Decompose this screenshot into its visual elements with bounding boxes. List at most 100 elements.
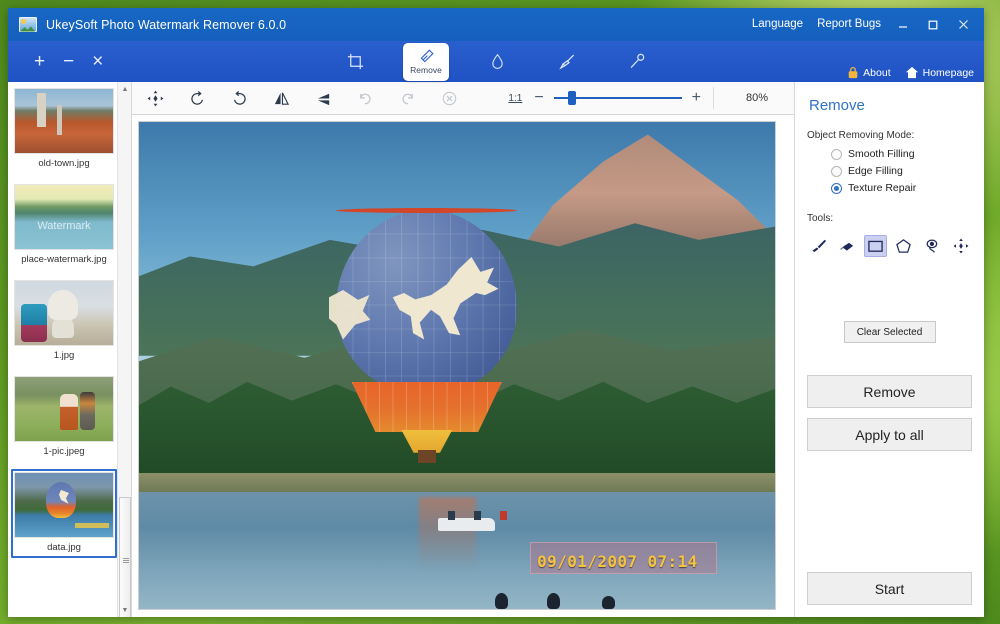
- canvas-tool-buttons: [132, 87, 460, 109]
- tab-crop[interactable]: [333, 45, 377, 78]
- radio-indicator: [831, 166, 842, 177]
- flip-horizontal-icon: [273, 90, 290, 107]
- clear-files-button[interactable]: ×: [92, 52, 103, 71]
- rotate-left-icon: [189, 90, 206, 107]
- list-item[interactable]: 1.jpg: [11, 277, 117, 366]
- rotate-right-icon: [231, 90, 248, 107]
- polygon-select-tool-button[interactable]: [893, 235, 916, 257]
- file-list-scroll-area: old-town.jpg place-watermark.jpg 1.jpg 1…: [8, 82, 117, 617]
- canvas-viewport[interactable]: 09/01/2007 07:14: [132, 115, 794, 617]
- toolbar-divider: [713, 87, 714, 109]
- lasso-select-tool-button[interactable]: [921, 235, 944, 257]
- radio-label: Texture Repair: [848, 182, 916, 194]
- language-menu[interactable]: Language: [745, 8, 810, 41]
- eraser-icon: [838, 238, 855, 255]
- lasso-select-icon: [924, 238, 941, 255]
- photo-hot-air-balloon: [336, 210, 517, 463]
- rectangle-select-tool-button[interactable]: [864, 235, 887, 257]
- list-item[interactable]: old-town.jpg: [11, 85, 117, 174]
- start-button[interactable]: Start: [807, 572, 972, 605]
- file-actions-group: + − ×: [8, 52, 103, 71]
- radio-texture-repair[interactable]: Texture Repair: [831, 182, 972, 194]
- zoom-slider-handle[interactable]: [568, 91, 576, 105]
- scrollbar-thumb[interactable]: [119, 497, 131, 617]
- scroll-down-arrow-icon[interactable]: ▼: [118, 603, 132, 617]
- undo-icon: [357, 90, 374, 107]
- redo-button[interactable]: [396, 87, 418, 109]
- balloon-unicorn-graphic: [391, 257, 503, 363]
- zoom-slider[interactable]: [554, 91, 682, 105]
- scroll-up-arrow-icon[interactable]: ▲: [118, 82, 132, 96]
- minimize-button[interactable]: [888, 8, 918, 41]
- thumbnail-label: place-watermark.jpg: [14, 250, 114, 267]
- clear-selected-button[interactable]: Clear Selected: [844, 321, 936, 343]
- editor-area: 1:1 − + 80%: [132, 82, 794, 617]
- tab-brush[interactable]: [545, 45, 589, 78]
- photo-water-reflection: [419, 497, 476, 570]
- reset-button[interactable]: [438, 87, 460, 109]
- tab-watermark[interactable]: [475, 45, 519, 78]
- rotate-left-button[interactable]: [186, 87, 208, 109]
- brush-icon: [810, 238, 827, 255]
- radio-label: Smooth Filling: [848, 148, 915, 160]
- radio-indicator-selected: [831, 183, 842, 194]
- file-list-scrollbar[interactable]: ▲ ▼: [117, 82, 131, 617]
- list-item[interactable]: 1-pic.jpeg: [11, 373, 117, 462]
- thumbnail-image: [14, 88, 114, 154]
- homepage-label: Homepage: [923, 67, 974, 79]
- radio-edge-filling[interactable]: Edge Filling: [831, 165, 972, 177]
- report-bugs-menu[interactable]: Report Bugs: [810, 8, 888, 41]
- remove-file-button[interactable]: −: [63, 52, 74, 71]
- zoom-in-button[interactable]: +: [692, 90, 701, 106]
- add-files-button[interactable]: +: [34, 52, 45, 71]
- title-bar: UkeySoft Photo Watermark Remover 6.0.0 L…: [8, 8, 984, 41]
- main-toolbar: + − × Remove: [8, 41, 984, 82]
- app-window: UkeySoft Photo Watermark Remover 6.0.0 L…: [8, 8, 984, 617]
- pan-move-button[interactable]: [144, 87, 166, 109]
- redo-icon: [399, 90, 416, 107]
- eraser-icon: [418, 48, 435, 65]
- homepage-button[interactable]: Homepage: [905, 66, 974, 79]
- maximize-icon: [927, 19, 939, 31]
- photo-boat: [438, 518, 495, 531]
- rotate-right-button[interactable]: [228, 87, 250, 109]
- home-icon: [905, 66, 919, 79]
- photo-canvas[interactable]: 09/01/2007 07:14: [138, 121, 776, 610]
- brush-tool-button[interactable]: [807, 235, 830, 257]
- undo-button[interactable]: [354, 87, 376, 109]
- close-button[interactable]: [948, 8, 978, 41]
- list-item-selected[interactable]: data.jpg: [11, 469, 117, 558]
- balloon-unicorn-graphic-left: [329, 286, 376, 348]
- thumbnail-image: [14, 376, 114, 442]
- remove-button[interactable]: Remove: [807, 375, 972, 408]
- file-list-panel: old-town.jpg place-watermark.jpg 1.jpg 1…: [8, 82, 132, 617]
- actual-size-button[interactable]: 1:1: [506, 93, 524, 104]
- tab-remove[interactable]: Remove: [403, 43, 449, 81]
- move-tool-button[interactable]: [950, 235, 973, 257]
- tab-magic-wand[interactable]: [615, 45, 659, 78]
- minimize-icon: [897, 19, 909, 31]
- apply-to-all-button[interactable]: Apply to all: [807, 418, 972, 451]
- date-watermark: 09/01/2007 07:14: [537, 552, 698, 571]
- tools-label: Tools:: [807, 213, 972, 224]
- eraser-tool-button[interactable]: [836, 235, 859, 257]
- water-drop-icon: [489, 52, 506, 71]
- flip-horizontal-button[interactable]: [270, 87, 292, 109]
- maximize-button[interactable]: [918, 8, 948, 41]
- flip-vertical-button[interactable]: [312, 87, 334, 109]
- list-item[interactable]: place-watermark.jpg: [11, 181, 117, 270]
- polygon-select-icon: [895, 238, 912, 255]
- balloon-orange-band: [352, 382, 502, 433]
- about-button[interactable]: About: [847, 66, 890, 79]
- paint-brush-icon: [558, 52, 577, 71]
- cancel-circle-icon: [441, 90, 458, 107]
- remove-options-panel: Remove Object Removing Mode: Smooth Fill…: [794, 82, 984, 617]
- balloon-basket: [418, 450, 436, 463]
- canvas-toolbar: 1:1 − + 80%: [132, 82, 794, 115]
- radio-smooth-filling[interactable]: Smooth Filling: [831, 148, 972, 160]
- zoom-controls: 1:1 − + 80%: [506, 87, 794, 109]
- zoom-out-button[interactable]: −: [534, 90, 543, 106]
- window-title: UkeySoft Photo Watermark Remover 6.0.0: [46, 18, 286, 32]
- about-label: About: [863, 67, 890, 79]
- balloon-envelope: [336, 210, 517, 392]
